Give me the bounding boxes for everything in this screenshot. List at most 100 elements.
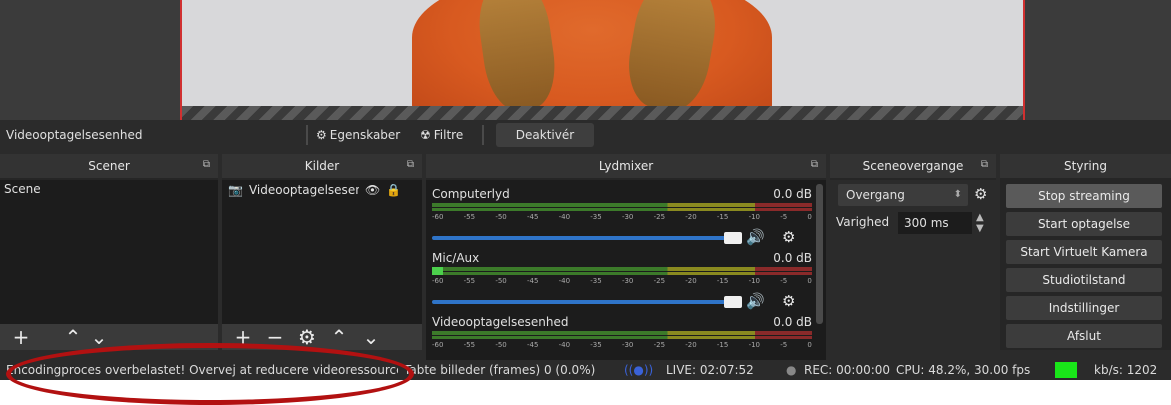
channel-name: Videooptagelsesenhed — [432, 315, 569, 329]
scene-list: Scene — [0, 180, 218, 324]
channel-db: 0.0 dB — [773, 187, 812, 201]
properties-button[interactable]: ⚙ Egenskaber — [316, 125, 400, 145]
tick-label: -60 — [432, 213, 444, 221]
meter-ticks: -60 -55 -50 -45 -40 -35 -30 -25 -20 -15 -10 -5 0 — [432, 341, 812, 350]
status-bar: Encodingproces overbelastet! Overvej at … — [0, 360, 1171, 380]
tick-label: -20 — [685, 341, 697, 349]
volume-slider[interactable] — [432, 236, 732, 240]
start-virtual-camera-button[interactable]: Start Virtuelt Kamera — [1006, 240, 1162, 264]
camera-icon: 📷 — [228, 183, 243, 197]
float-icon[interactable]: ⧉ — [203, 159, 210, 170]
controls-dock: Styring Stop streaming Start optagelse S… — [1000, 154, 1171, 350]
stream-health-indicator — [1055, 362, 1077, 378]
controls-title: Styring — [1064, 159, 1107, 173]
tick-label: -20 — [685, 277, 697, 285]
tick-label: -55 — [463, 341, 476, 349]
eye-icon[interactable]: 👁 — [365, 183, 380, 197]
studio-mode-button[interactable]: Studiotilstand — [1006, 268, 1162, 292]
live-broadcast-icon: ((●)) — [624, 363, 654, 377]
source-item[interactable]: 📷 Videooptagelsesenhed 👁 🔒 — [222, 180, 422, 200]
speaker-icon[interactable]: 🔊 — [746, 292, 765, 310]
move-up-icon[interactable]: ⌃ — [62, 325, 84, 349]
transition-settings-icon[interactable]: ⚙ — [974, 185, 987, 203]
start-recording-button[interactable]: Start optagelse — [1006, 212, 1162, 236]
tick-label: -60 — [432, 277, 444, 285]
tick-label: -60 — [432, 341, 444, 349]
rec-timer: REC: 00:00:00 — [804, 363, 891, 377]
float-icon[interactable]: ⧉ — [407, 159, 414, 170]
scenes-dock: Scener ⧉ Scene + ⌃ ⌄ — [0, 154, 218, 350]
tick-label: -40 — [558, 277, 571, 285]
transitions-title: Sceneovergange — [862, 159, 964, 173]
sources-dock: Kilder ⧉ 📷 Videooptagelsesenhed 👁 🔒 + − … — [222, 154, 422, 350]
channel-db: 0.0 dB — [773, 315, 812, 329]
channel-name: Mic/Aux — [432, 251, 480, 265]
move-down-icon[interactable]: ⌄ — [360, 325, 382, 349]
remove-source-icon[interactable]: − — [264, 325, 286, 349]
tick-label: -30 — [621, 341, 634, 349]
tick-label: -50 — [495, 341, 507, 349]
tick-label: -15 — [716, 341, 729, 349]
mixer-scrollbar[interactable] — [816, 184, 823, 324]
tick-label: -15 — [716, 213, 729, 221]
tick-label: -10 — [748, 341, 760, 349]
transition-select[interactable]: Overgang ⬍ — [838, 184, 968, 206]
tick-label: -40 — [558, 341, 571, 349]
preview-safe-border — [180, 106, 1025, 120]
move-down-icon[interactable]: ⌄ — [88, 325, 110, 349]
bitrate: kb/s: 1202 — [1094, 363, 1158, 377]
tick-label: -55 — [463, 277, 476, 285]
tick-label: -50 — [495, 277, 507, 285]
add-scene-icon[interactable]: + — [10, 325, 32, 349]
tick-label: -5 — [780, 277, 788, 285]
tick-label: -25 — [653, 341, 666, 349]
meter-level — [432, 267, 444, 275]
float-icon[interactable]: ⧉ — [811, 159, 818, 170]
audio-mixer-dock: Lydmixer ⧉ Computerlyd 0.0 dB -60 -55 -50 -45… — [426, 154, 826, 360]
filters-button[interactable]: ☢ Filtre — [420, 125, 463, 145]
volume-slider[interactable] — [432, 300, 732, 304]
tick-label: -45 — [526, 277, 539, 285]
settings-button[interactable]: Indstillinger — [1006, 296, 1162, 320]
exit-button[interactable]: Afslut — [1006, 324, 1162, 348]
sources-title: Kilder — [304, 159, 340, 173]
float-icon[interactable]: ⧉ — [981, 159, 988, 170]
transitions-dock: Sceneovergange ⧉ Overgang ⬍ ⚙ Varighed 3… — [830, 154, 996, 350]
channel-db: 0.0 dB — [773, 251, 812, 265]
add-source-icon[interactable]: + — [232, 325, 254, 349]
lock-icon[interactable]: 🔒 — [386, 183, 401, 197]
volume-meter — [432, 267, 812, 277]
gear-icon[interactable]: ⚙ — [782, 292, 795, 310]
source-list: 📷 Videooptagelsesenhed 👁 🔒 — [222, 180, 422, 324]
source-context-bar: Videooptagelsesenhed ⚙ Egenskaber ☢ Filt… — [0, 120, 1171, 150]
scene-item[interactable]: Scene — [0, 180, 218, 198]
stop-streaming-button[interactable]: Stop streaming — [1006, 184, 1162, 208]
tick-label: -25 — [653, 277, 666, 285]
obs-window: Videooptagelsesenhed ⚙ Egenskaber ☢ Filt… — [0, 0, 1171, 380]
tick-label: -10 — [748, 277, 760, 285]
tick-label: -10 — [748, 213, 760, 221]
speaker-icon[interactable]: 🔊 — [746, 228, 765, 246]
volume-slider-knob[interactable] — [724, 296, 742, 308]
volume-slider-knob[interactable] — [724, 232, 742, 244]
preview-area[interactable] — [0, 0, 1171, 120]
mixer-channels: Computerlyd 0.0 dB -60 -55 -50 -45 -40 -35 -30 -2… — [426, 180, 826, 360]
spin-arrows-icon[interactable]: ▲ ▼ — [976, 212, 984, 234]
gear-icon[interactable]: ⚙ — [782, 228, 795, 246]
source-settings-icon[interactable]: ⚙ — [296, 325, 318, 349]
encoding-warning: Encodingproces overbelastet! Overvej at … — [6, 363, 398, 377]
tick-label: -5 — [780, 341, 788, 349]
tick-label: -55 — [463, 213, 476, 221]
dropped-frames: Tabte billeder (frames) 0 (0.0%) — [404, 363, 596, 377]
duration-input[interactable]: 300 ms — [898, 212, 972, 234]
channel-name: Computerlyd — [432, 187, 510, 201]
tick-label: -45 — [526, 213, 539, 221]
gear-icon: ⚙ — [316, 128, 327, 142]
tick-label: 0 — [807, 213, 812, 221]
deactivate-button[interactable]: Deaktivér — [496, 123, 594, 147]
video-capture-preview[interactable] — [180, 0, 1025, 106]
move-up-icon[interactable]: ⌃ — [328, 325, 350, 349]
volume-meter — [432, 203, 812, 213]
tick-label: -35 — [590, 213, 602, 221]
tick-label: -40 — [558, 213, 571, 221]
